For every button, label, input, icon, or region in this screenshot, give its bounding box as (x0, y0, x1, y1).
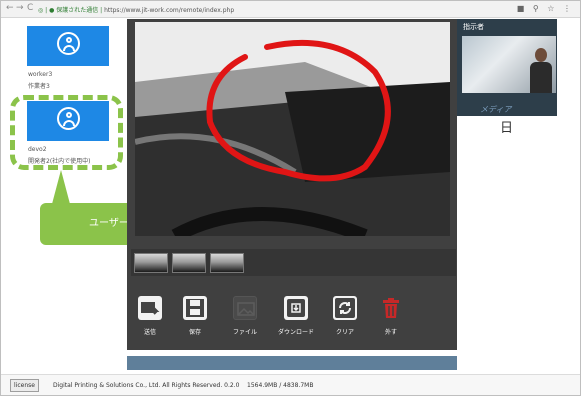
browser-toolbar: ← → C ◎ | ● 保護された通信 | https://www.jit-wo… (1, 1, 580, 18)
day-icon[interactable]: 日 (500, 117, 513, 136)
instructor-title: 指示者 (463, 23, 484, 31)
callout-pointer (52, 170, 70, 204)
user-name: worker3 (28, 71, 53, 78)
save-icon (183, 296, 207, 320)
snapshot-thumbnail[interactable] (134, 253, 168, 273)
trash-icon (379, 296, 403, 320)
send-icon (138, 296, 162, 320)
save-label: 保存 (188, 329, 201, 336)
clear-button[interactable]: クリア (330, 296, 360, 336)
forward-icon[interactable]: → (16, 3, 24, 13)
url-text: https://www.jit-work.com/remote/index.ph… (104, 7, 235, 14)
instructor-camera-view[interactable] (462, 36, 556, 93)
delete-label: 外す (384, 329, 397, 336)
person-silhouette (530, 48, 552, 93)
user-role: 作業者3 (28, 83, 50, 90)
user-icon-worker3[interactable] (27, 26, 109, 66)
memory-usage: 1564.9MB / 4838.7MB (247, 382, 314, 389)
snapshot-thumbnail[interactable] (210, 253, 244, 273)
save-button[interactable]: 保存 (181, 296, 209, 336)
refresh-icon (333, 296, 357, 320)
delete-button[interactable]: 外す (378, 296, 404, 336)
selection-highlight (10, 95, 123, 170)
file-label: ファイル (232, 329, 257, 336)
license-button[interactable]: license (10, 379, 39, 392)
send-label: 送信 (143, 329, 156, 336)
download-label: ダウンロード (277, 329, 314, 336)
browser-extension-icons[interactable]: ■ ⚲ ☆ ⋮ (517, 4, 574, 13)
snapshot-thumbnail[interactable] (172, 253, 206, 273)
security-indicator: ◎ | ● 保護された通信 | (38, 7, 103, 14)
back-icon[interactable]: ← (6, 3, 14, 13)
address-bar[interactable]: ◎ | ● 保護された通信 | https://www.jit-work.com… (38, 5, 234, 14)
file-button[interactable]: ファイル (229, 296, 261, 336)
clear-label: クリア (335, 329, 354, 336)
footer-copyright: Digital Printing & Solutions Co., Ltd. A… (53, 382, 313, 389)
media-label: メディア (480, 105, 512, 114)
image-file-icon (233, 296, 257, 320)
live-camera-view[interactable] (135, 22, 450, 236)
status-footer: license Digital Printing & Solutions Co.… (1, 374, 580, 395)
send-button[interactable]: 送信 (136, 296, 164, 336)
reload-icon[interactable]: C (27, 3, 33, 13)
copyright-text: Digital Printing & Solutions Co., Ltd. A… (53, 382, 240, 389)
user-avatar-icon (57, 32, 80, 55)
download-icon (284, 296, 308, 320)
download-button[interactable]: ダウンロード (273, 296, 319, 336)
message-strip (127, 356, 457, 370)
